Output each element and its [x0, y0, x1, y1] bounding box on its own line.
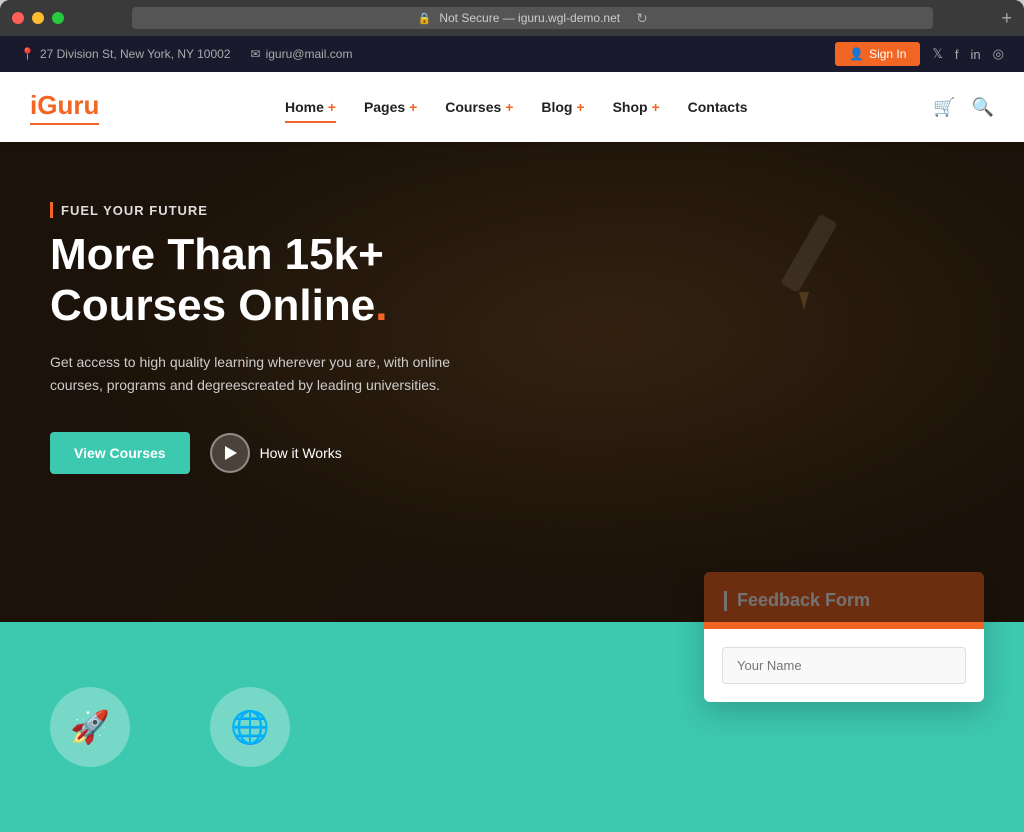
rocket-icon-circle: 🚀 — [50, 687, 130, 767]
hero-actions: View Courses How it Works — [50, 432, 500, 474]
topbar-right: 👤 Sign In 𝕏 f in ◎ — [835, 42, 1004, 66]
hero-title-line2: Courses Online — [50, 281, 375, 330]
feedback-form-body — [704, 629, 984, 702]
eyebrow-bar — [50, 202, 53, 218]
view-courses-button[interactable]: View Courses — [50, 432, 190, 474]
how-it-works-label: How it Works — [260, 445, 342, 461]
hero-description: Get access to high quality learning wher… — [50, 351, 470, 396]
facebook-icon[interactable]: f — [955, 47, 959, 62]
bottom-section: 🚀 🌐 Feedback Form — [0, 622, 1024, 832]
refresh-icon[interactable]: ↻ — [636, 10, 648, 27]
eyebrow-text: FUEL YOUR FUTURE — [61, 203, 208, 218]
minimize-button[interactable] — [32, 12, 44, 24]
topbar-email: ✉ iguru@mail.com — [251, 47, 353, 61]
name-input[interactable] — [722, 647, 966, 684]
main-nav: Home + Pages + Courses + Blog + Shop + C… — [285, 99, 748, 115]
topbar-left: 📍 27 Division St, New York, NY 10002 ✉ i… — [20, 47, 352, 61]
cart-icon[interactable]: 🛒 — [933, 97, 955, 118]
location-icon: 📍 — [20, 47, 35, 61]
play-triangle-icon — [225, 446, 237, 460]
email-icon: ✉ — [251, 47, 261, 61]
globe-icon-circle: 🌐 — [210, 687, 290, 767]
hero-section: FUEL YOUR FUTURE More Than 15k+ Courses … — [0, 142, 1024, 622]
browser-window: 🔒 Not Secure — iguru.wgl-demo.net ↻ + 📍 … — [0, 0, 1024, 832]
feature-item-rocket: 🚀 — [50, 687, 130, 767]
rocket-icon: 🚀 — [70, 708, 110, 746]
topbar-address: 📍 27 Division St, New York, NY 10002 — [20, 47, 231, 61]
home-plus: + — [328, 99, 336, 115]
website-content: 📍 27 Division St, New York, NY 10002 ✉ i… — [0, 36, 1024, 832]
blog-plus: + — [576, 99, 584, 115]
user-icon: 👤 — [849, 47, 864, 61]
nav-contacts[interactable]: Contacts — [688, 99, 748, 115]
nav-pages[interactable]: Pages + — [364, 99, 417, 115]
pages-plus: + — [409, 99, 417, 115]
maximize-button[interactable] — [52, 12, 64, 24]
hero-title-dot: . — [375, 281, 387, 330]
instagram-icon[interactable]: ◎ — [993, 46, 1004, 62]
feature-item-globe: 🌐 — [210, 687, 290, 767]
security-icon: 🔒 — [418, 12, 432, 25]
nav-courses[interactable]: Courses + — [445, 99, 513, 115]
twitter-icon[interactable]: 𝕏 — [932, 46, 942, 62]
sign-in-button[interactable]: 👤 Sign In — [835, 42, 920, 66]
header-icons: 🛒 🔍 — [933, 97, 994, 118]
hero-eyebrow: FUEL YOUR FUTURE — [50, 202, 500, 218]
nav-blog[interactable]: Blog + — [541, 99, 584, 115]
play-circle — [210, 433, 250, 473]
hero-content: FUEL YOUR FUTURE More Than 15k+ Courses … — [0, 142, 550, 534]
logo[interactable]: iGuru — [30, 90, 99, 125]
address-bar[interactable]: 🔒 Not Secure — iguru.wgl-demo.net ↻ — [132, 7, 933, 29]
pencil-decoration — [764, 202, 844, 327]
nav-home[interactable]: Home + — [285, 99, 336, 115]
header: iGuru Home + Pages + Courses + Blog + Sh… — [0, 72, 1024, 142]
logo-underline — [30, 123, 99, 125]
new-tab-button[interactable]: + — [1001, 8, 1012, 29]
hero-title-line1: More Than 15k+ — [50, 230, 384, 279]
globe-icon: 🌐 — [230, 708, 270, 746]
nav-shop[interactable]: Shop + — [613, 99, 660, 115]
logo-guru: Guru — [37, 90, 99, 120]
courses-plus: + — [505, 99, 513, 115]
topbar: 📍 27 Division St, New York, NY 10002 ✉ i… — [0, 36, 1024, 72]
play-button[interactable]: How it Works — [210, 433, 342, 473]
browser-titlebar: 🔒 Not Secure — iguru.wgl-demo.net ↻ + — [0, 0, 1024, 36]
linkedin-icon[interactable]: in — [971, 47, 981, 62]
close-button[interactable] — [12, 12, 24, 24]
hero-title: More Than 15k+ Courses Online. — [50, 230, 500, 331]
features-area: 🚀 🌐 — [50, 687, 290, 767]
shop-plus: + — [651, 99, 659, 115]
search-icon[interactable]: 🔍 — [972, 97, 994, 118]
url-text: Not Secure — iguru.wgl-demo.net — [439, 11, 620, 25]
